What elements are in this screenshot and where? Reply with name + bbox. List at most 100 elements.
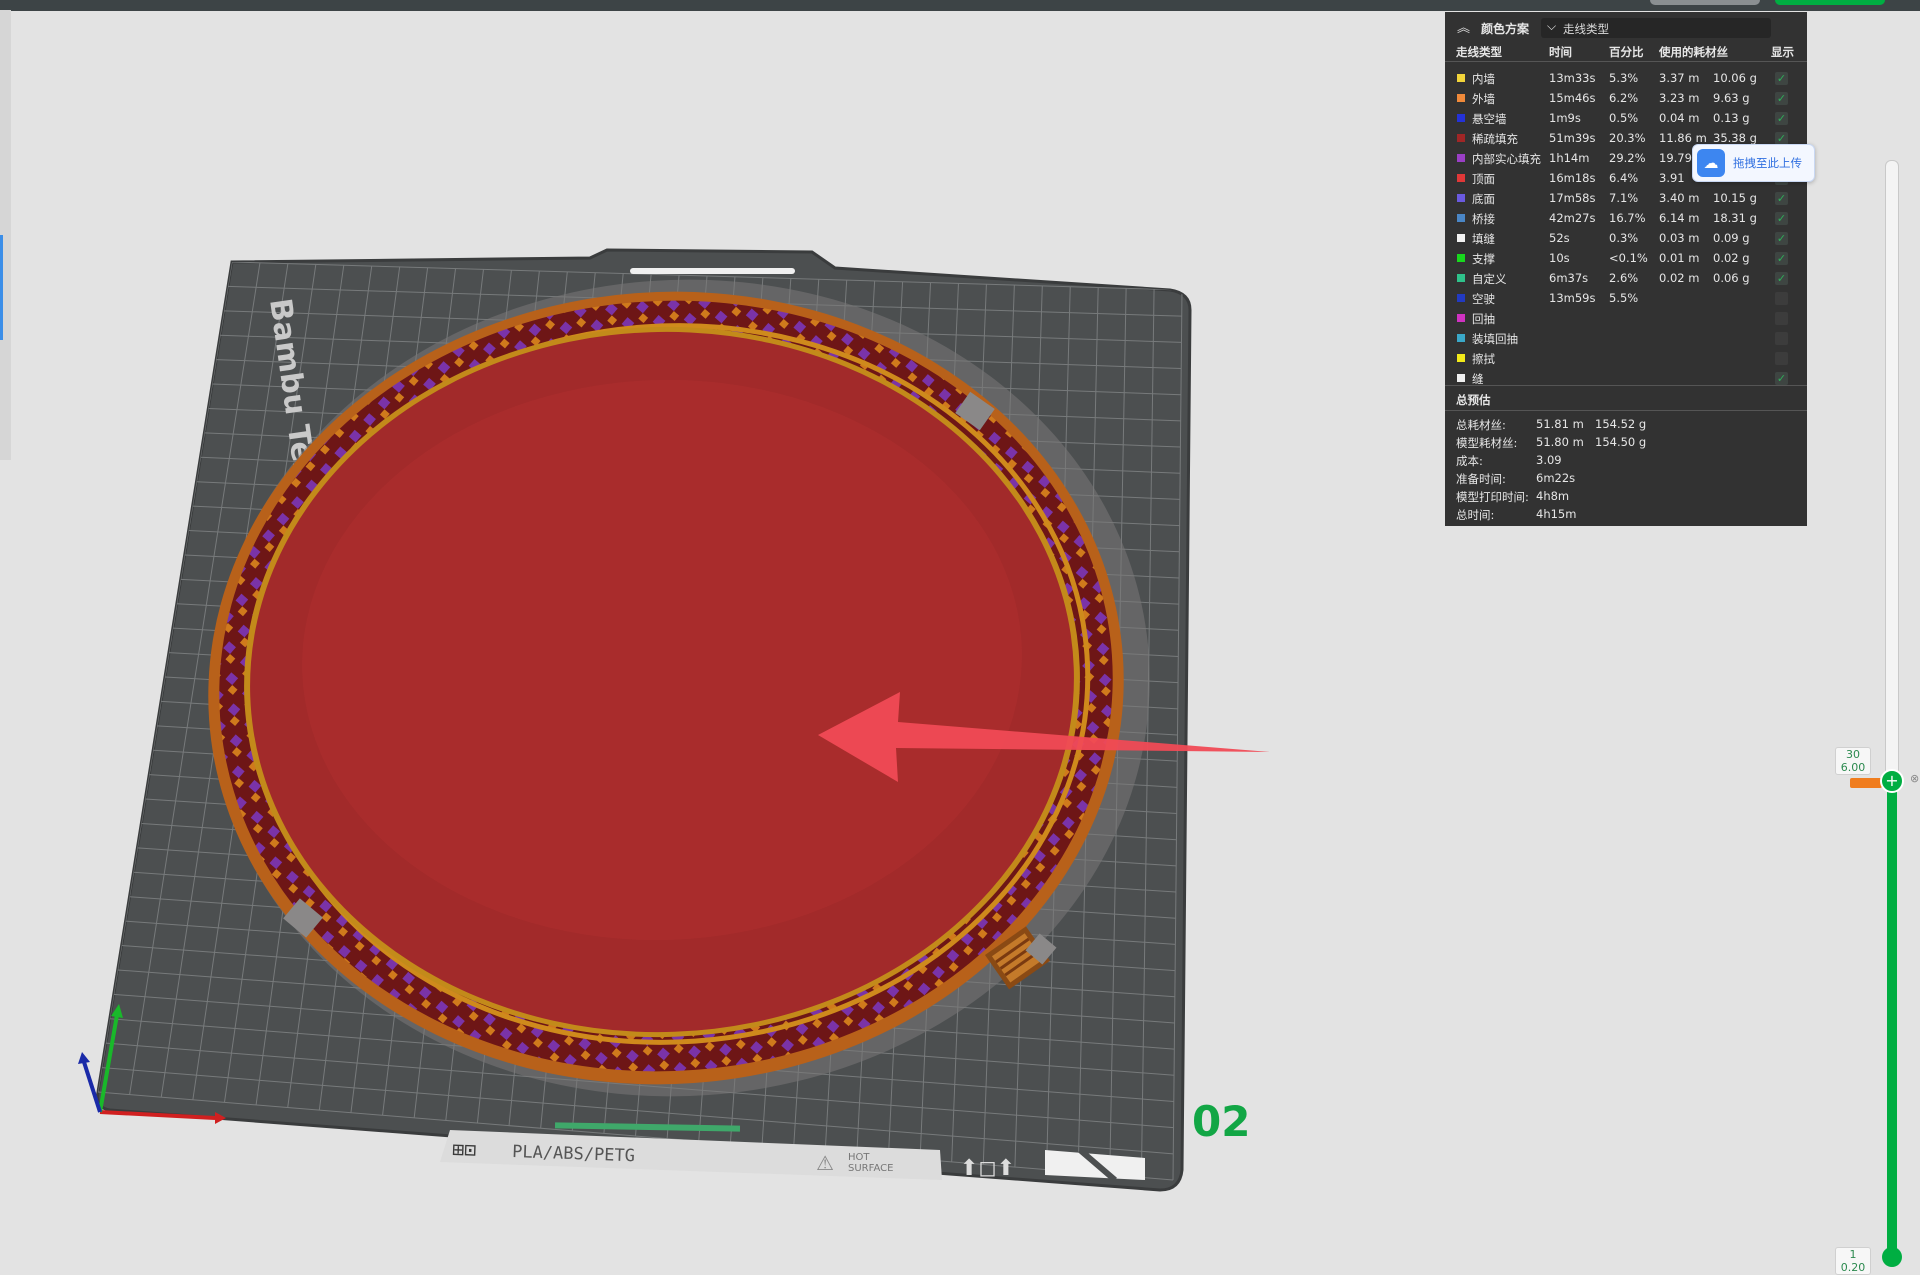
layer-marker	[1850, 778, 1882, 788]
row-time: 42m27s	[1549, 211, 1596, 225]
summary-row: 模型耗材丝: 51.80 m 154.50 g	[1445, 434, 1807, 452]
cloud-upload-icon: ☁	[1697, 149, 1725, 177]
header-separator	[1445, 61, 1807, 62]
color-swatch	[1457, 314, 1465, 322]
legend-row: 桥接 42m27s 16.7% 6.14 m 18.31 g ✓	[1445, 208, 1807, 228]
row-type: 稀疏填充	[1472, 132, 1518, 146]
bottom-layer-thumb[interactable]	[1882, 1247, 1902, 1267]
summary-row: 总时间: 4h15m	[1445, 506, 1807, 524]
view-type-dropdown[interactable]: ⌵ 走线类型	[1541, 18, 1771, 38]
color-swatch	[1457, 354, 1465, 362]
row-time: 13m33s	[1549, 71, 1596, 85]
row-percent: 6.2%	[1609, 91, 1639, 105]
3d-viewport[interactable]: Bambu Textured ⊞⊡ PLA/ABS/PETG ⚠ HOT SUR…	[0, 0, 1290, 1221]
row-time: 1m9s	[1549, 111, 1581, 125]
color-swatch	[1457, 154, 1465, 162]
row-time: 51m39s	[1549, 131, 1596, 145]
color-swatch	[1457, 374, 1465, 382]
show-checkbox[interactable]: ✓	[1775, 192, 1788, 205]
collapse-icon[interactable]: ︽	[1457, 17, 1470, 36]
color-swatch	[1457, 254, 1465, 262]
row-type: 擦拭	[1472, 352, 1495, 366]
row-weight: 0.13 g	[1713, 111, 1750, 125]
row-type: 内墙	[1472, 72, 1495, 86]
toolbar-tab-active[interactable]	[1775, 0, 1885, 5]
color-swatch	[1457, 194, 1465, 202]
row-length: 6.14 m	[1659, 211, 1700, 225]
summary-value: 4h15m	[1536, 507, 1577, 521]
summary-label: 成本:	[1456, 454, 1483, 468]
hot-surface-icon: ⚠	[816, 1151, 834, 1175]
summary-label: 准备时间:	[1456, 472, 1506, 486]
row-length: 19.79	[1659, 151, 1692, 165]
row-length: 3.37 m	[1659, 71, 1700, 85]
col-header-show: 显示	[1771, 45, 1794, 59]
summary-separator	[1445, 385, 1807, 386]
show-checkbox[interactable]: ✓	[1775, 252, 1788, 265]
show-checkbox[interactable]: ✓	[1775, 312, 1788, 325]
color-swatch	[1457, 234, 1465, 242]
summary-title: 总预估	[1456, 393, 1491, 407]
summary-label: 模型打印时间:	[1456, 490, 1529, 504]
row-weight: 0.02 g	[1713, 251, 1750, 265]
upload-tooltip[interactable]: ☁ 拖拽至此上传	[1692, 144, 1815, 182]
row-length: 11.86 m	[1659, 131, 1707, 145]
summary-row: 成本: 3.09	[1445, 452, 1807, 470]
legend-panel: ︽ 颜色方案 ⌵ 走线类型 走线类型 时间 百分比 使用的耗材丝 显示 内墙 13…	[1445, 12, 1807, 526]
row-type: 自定义	[1472, 272, 1507, 286]
row-weight: 9.63 g	[1713, 91, 1750, 105]
top-layer-height: 6.00	[1840, 761, 1866, 774]
row-type: 桥接	[1472, 212, 1495, 226]
row-length: 3.91	[1659, 171, 1685, 185]
legend-row: 空驶 13m59s 5.5% ✓	[1445, 288, 1807, 308]
row-type: 底面	[1472, 192, 1495, 206]
legend-row: 回抽 ✓	[1445, 308, 1807, 328]
show-checkbox[interactable]: ✓	[1775, 72, 1788, 85]
summary-label: 总时间:	[1456, 508, 1495, 522]
toolbar-tab[interactable]	[1650, 0, 1760, 5]
row-type: 悬空墙	[1472, 112, 1507, 126]
layer-slider[interactable]: 30 6.00 + ⊗ 1 0.20	[1830, 150, 1920, 1275]
summary-value: 4h8m	[1536, 489, 1570, 503]
chevron-down-icon: ⌵	[1547, 19, 1557, 33]
row-time: 1h14m	[1549, 151, 1590, 165]
show-checkbox[interactable]: ✓	[1775, 112, 1788, 125]
color-swatch	[1457, 134, 1465, 142]
plate-notch	[630, 268, 795, 274]
bottom-layer-height: 0.20	[1840, 1261, 1866, 1274]
legend-row: 内墙 13m33s 5.3% 3.37 m 10.06 g ✓	[1445, 68, 1807, 88]
close-icon[interactable]: ⊗	[1910, 772, 1919, 785]
color-swatch	[1457, 174, 1465, 182]
row-length: 0.04 m	[1659, 111, 1700, 125]
show-checkbox[interactable]: ✓	[1775, 352, 1788, 365]
plate-materials: PLA/ABS/PETG	[512, 1142, 635, 1166]
color-swatch	[1457, 94, 1465, 102]
row-weight: 10.15 g	[1713, 191, 1757, 205]
legend-row: 支撑 10s <0.1% 0.01 m 0.02 g ✓	[1445, 248, 1807, 268]
show-checkbox[interactable]: ✓	[1775, 232, 1788, 245]
row-length: 3.23 m	[1659, 91, 1700, 105]
legend-row: 擦拭 ✓	[1445, 348, 1807, 368]
row-percent: 16.7%	[1609, 211, 1646, 225]
plate-number: 02	[1192, 1097, 1250, 1146]
row-percent: 20.3%	[1609, 131, 1646, 145]
row-type: 内部实心填充	[1472, 152, 1541, 166]
show-checkbox[interactable]: ✓	[1775, 92, 1788, 105]
summary-value: 51.80 m	[1536, 435, 1584, 449]
slider-track[interactable]	[1885, 160, 1899, 782]
row-weight: 0.06 g	[1713, 271, 1750, 285]
show-checkbox[interactable]: ✓	[1775, 272, 1788, 285]
row-type: 回抽	[1472, 312, 1495, 326]
row-percent: 6.4%	[1609, 171, 1639, 185]
col-header-filament: 使用的耗材丝	[1659, 45, 1728, 59]
row-type: 装填回抽	[1472, 332, 1518, 346]
row-weight: 0.09 g	[1713, 231, 1750, 245]
show-checkbox[interactable]: ✓	[1775, 292, 1788, 305]
top-layer-thumb[interactable]: +	[1880, 769, 1904, 793]
row-time: 17m58s	[1549, 191, 1596, 205]
legend-row: 填缝 52s 0.3% 0.03 m 0.09 g ✓	[1445, 228, 1807, 248]
show-checkbox[interactable]: ✓	[1775, 372, 1788, 385]
row-length: 0.03 m	[1659, 231, 1700, 245]
show-checkbox[interactable]: ✓	[1775, 212, 1788, 225]
show-checkbox[interactable]: ✓	[1775, 332, 1788, 345]
